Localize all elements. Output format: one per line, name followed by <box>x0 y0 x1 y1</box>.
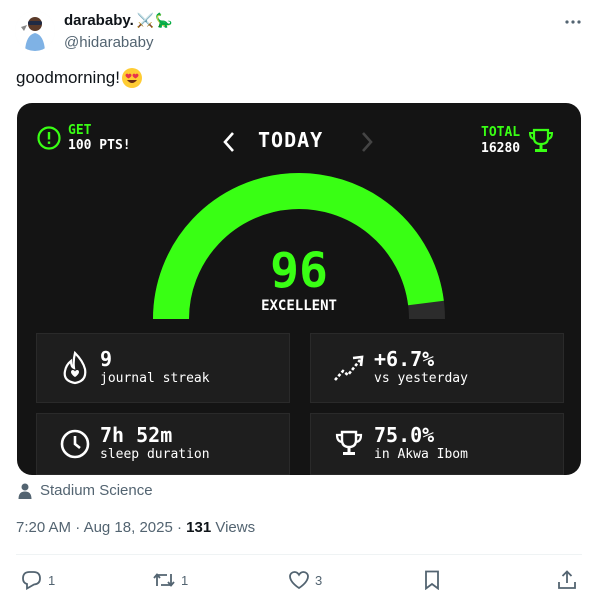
heart-eyes-emoji-icon <box>121 67 143 89</box>
stat-value: 7h 52m <box>100 423 173 447</box>
post-date[interactable]: Aug 18, 2025 <box>84 519 173 536</box>
share-icon <box>558 570 576 589</box>
person-icon <box>18 483 32 499</box>
total-label: TOTAL <box>481 125 521 140</box>
attribution-text: Stadium Science <box>40 482 153 499</box>
total-value: 16280 <box>481 141 521 156</box>
stat-label: journal streak <box>100 371 210 386</box>
trophy-icon <box>330 425 368 463</box>
action-bar: 1 1 3 <box>0 566 598 594</box>
reply-button[interactable]: 1 <box>21 566 55 594</box>
score-label: EXCELLENT <box>261 298 337 314</box>
stat-value: 75.0% <box>374 423 435 447</box>
stat-sleep-duration: 7h 52m sleep duration <box>36 413 290 475</box>
tweet-text: goodmorning! <box>16 67 143 89</box>
more-dots-icon <box>565 20 581 24</box>
points-get-label: GET <box>68 123 92 138</box>
previous-period-button[interactable] <box>222 131 236 157</box>
heart-icon <box>289 571 309 589</box>
post-time[interactable]: 7:20 AM <box>16 519 71 536</box>
stat-regional-rank: 75.0% in Akwa Ibom <box>310 413 564 475</box>
clock-icon <box>56 425 94 463</box>
repost-icon <box>153 573 175 587</box>
flame-heart-icon <box>56 349 94 387</box>
stat-label: in Akwa Ibom <box>374 447 468 462</box>
stat-value: +6.7% <box>374 347 435 371</box>
author-name[interactable]: darababy. ⚔️🦕 <box>64 12 174 29</box>
more-options-button[interactable] <box>562 12 584 32</box>
stat-label: sleep duration <box>100 447 210 462</box>
period-title: TODAY <box>258 128 324 152</box>
chevron-left-icon <box>223 132 234 152</box>
like-count: 3 <box>315 572 323 588</box>
stat-journal-streak: 9 journal streak <box>36 333 290 403</box>
points-amount-label: 100 PTS! <box>68 138 131 153</box>
author-name-emoji: ⚔️🦕 <box>136 12 174 28</box>
reply-count: 1 <box>48 572 56 588</box>
stat-value: 9 <box>100 347 113 371</box>
repost-button[interactable]: 1 <box>153 566 188 594</box>
repost-count: 1 <box>181 572 189 588</box>
meta-separator: · <box>172 519 187 536</box>
score-value: 96 <box>270 243 328 299</box>
points-promo: GET 100 PTS! <box>37 123 131 153</box>
views-label: Views <box>215 519 256 536</box>
share-button[interactable] <box>557 566 577 594</box>
like-button[interactable]: 3 <box>289 566 322 594</box>
tweet-text-content: goodmorning! <box>16 68 120 87</box>
stat-label: vs yesterday <box>374 371 468 386</box>
reply-icon <box>22 571 41 590</box>
views-count: 131 <box>186 519 212 536</box>
total-points: TOTAL 16280 <box>481 125 555 157</box>
media-attribution[interactable]: Stadium Science <box>18 482 153 499</box>
author-handle[interactable]: @hidarababy <box>64 34 153 51</box>
chevron-right-icon <box>362 132 373 152</box>
next-period-button[interactable] <box>360 131 374 157</box>
trend-up-icon <box>330 349 368 387</box>
avatar[interactable] <box>15 11 55 51</box>
tweet-media-image[interactable]: GET 100 PTS! TODAY TOTAL 16280 96 EXCELL… <box>17 103 581 475</box>
bookmark-icon <box>425 570 439 590</box>
stat-vs-yesterday: +6.7% vs yesterday <box>310 333 564 403</box>
meta-separator: · <box>71 519 84 536</box>
divider <box>16 554 582 555</box>
author-name-text: darababy. <box>64 12 134 29</box>
alert-circle-icon <box>37 126 61 150</box>
bookmark-button[interactable] <box>424 566 440 594</box>
trophy-icon <box>529 128 554 152</box>
tweet-meta: 7:20 AM · Aug 18, 2025 · 131 Views <box>16 519 255 536</box>
